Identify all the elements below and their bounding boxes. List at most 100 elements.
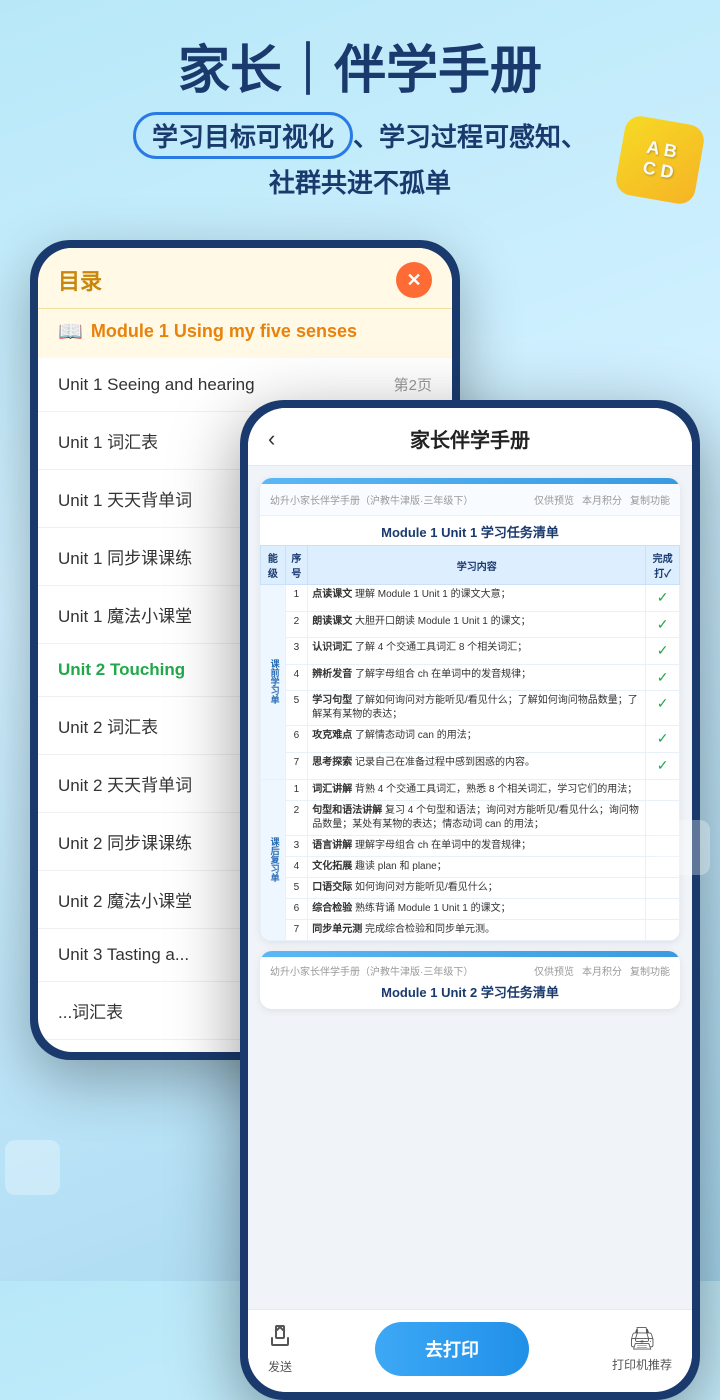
row-content: 口语交际 如何询问对方能听见/看见什么； (308, 877, 646, 898)
meta-preview: 仅供预览 (534, 492, 574, 507)
title-bold: 伴学手册 (334, 42, 542, 100)
toc-item-label: Unit 2 天天背单词 (58, 771, 192, 796)
row-check (646, 779, 680, 800)
print-button[interactable]: 去打印 (375, 1322, 529, 1376)
row-num: 5 (285, 877, 308, 898)
table-row: 2 句型和语法讲解 复习 4 个句型和语法；询问对方能听见/看见什么；询问物品数… (261, 800, 680, 835)
printer-label: 打印机推荐 (612, 1356, 672, 1373)
row-num: 7 (285, 919, 308, 940)
share-icon-svg (268, 1324, 292, 1348)
col-header-check: 完成打✓ (646, 546, 680, 585)
row-num: 4 (285, 856, 308, 877)
row-num: 2 (285, 611, 308, 638)
row-content: 朗读课文 大胆开口朗读 Module 1 Unit 1 的课文； (308, 611, 646, 638)
toc-title: 目录 (58, 264, 102, 296)
subtitle-highlight: 学习目标可视化 (133, 112, 353, 159)
row-check: ✓ (646, 664, 680, 691)
row-content: 点读课文 理解 Module 1 Unit 1 的课文大意； (308, 585, 646, 612)
row-check (646, 898, 680, 919)
row-content: 思考探索 记录自己在准备过程中感到困惑的内容。 (308, 752, 646, 779)
row-content: 语言讲解 理解字母组合 ch 在单词中的发音规律； (308, 835, 646, 856)
table-row: 7 同步单元测 完成综合检验和同步单元测。 (261, 919, 680, 940)
row-content: 辨析发音 了解字母组合 ch 在单词中的发音规律； (308, 664, 646, 691)
col-header-num: 序号 (285, 546, 308, 585)
task-table: 能级 序号 学习内容 完成打✓ 课前学习单 1 点读课文 理解 Module 1… (260, 545, 680, 941)
table-row: 2 朗读课文 大胆开口朗读 Module 1 Unit 1 的课文； ✓ (261, 611, 680, 638)
toc-item-label: ...词汇表 (58, 998, 123, 1023)
send-action[interactable]: 发送 (268, 1324, 292, 1375)
row-num: 2 (285, 800, 308, 835)
table-row: 3 认识词汇 了解 4 个交通工具词汇 8 个相关词汇； ✓ (261, 638, 680, 665)
deco-right (655, 820, 710, 875)
handbook-title: 家长伴学手册 (410, 424, 530, 453)
handbook-content: 幼升小家长伴学手册（沪教牛津版·三年级下） 仅供预览 本月积分 复制功能 Mod… (248, 466, 692, 1309)
table-row: 6 攻克难点 了解情态动词 can 的用法； ✓ (261, 726, 680, 753)
row-num: 7 (285, 752, 308, 779)
toc-item-label: Unit 3 Tasting a... (58, 945, 189, 965)
handbook-header: ‹ 家长伴学手册 (248, 408, 692, 466)
toc-item-label: Unit 2 Touching (58, 660, 185, 680)
row-num: 3 (285, 638, 308, 665)
row-check: ✓ (646, 726, 680, 753)
row-check: ✓ (646, 752, 680, 779)
card-meta: 幼升小家长伴学手册（沪教牛津版·三年级下） 仅供预览 本月积分 复制功能 (270, 492, 670, 507)
meta-score: 本月积分 (582, 492, 622, 507)
back-button[interactable]: ‹ (268, 426, 275, 452)
card2-title: Module 1 Unit 2 学习任务清单 (270, 982, 670, 1001)
abc-icon: A B C D (614, 114, 707, 207)
card-title: Module 1 Unit 1 学习任务清单 (260, 516, 680, 545)
row-check (646, 877, 680, 898)
meta-left: 幼升小家长伴学手册（沪教牛津版·三年级下） (270, 492, 473, 507)
deco-left-bot (5, 1140, 60, 1195)
toc-item-label: Unit 2 同步课课练 (58, 829, 192, 854)
row-num: 6 (285, 726, 308, 753)
section-label-pre: 课前学习单 (261, 585, 286, 780)
row-num: 4 (285, 664, 308, 691)
table-row: 3 语言讲解 理解字母组合 ch 在单词中的发音规律； (261, 835, 680, 856)
meta-score2: 本月积分 (582, 963, 622, 978)
toc-item-label: Unit 1 天天背单词 (58, 486, 192, 511)
card-top: 幼升小家长伴学手册（沪教牛津版·三年级下） 仅供预览 本月积分 复制功能 (260, 484, 680, 516)
table-row: 课后复习单 1 词汇讲解 背熟 4 个交通工具词汇，熟悉 8 个相关词汇，学习它… (261, 779, 680, 800)
card2-meta: 幼升小家长伴学手册（沪教牛津版·三年级下） 仅供预览 本月积分 复制功能 (270, 963, 670, 978)
toc-item-label: Unit 2 魔法小课堂 (58, 887, 192, 912)
table-row: 6 综合检验 熟练背诵 Module 1 Unit 1 的课文； (261, 898, 680, 919)
toc-close-button[interactable]: ✕ (396, 262, 432, 298)
row-check: ✓ (646, 585, 680, 612)
handbook-phone-inner: ‹ 家长伴学手册 幼升小家长伴学手册（沪教牛津版·三年级下） 仅供预览 本月积分 (248, 408, 692, 1392)
meta-preview2: 仅供预览 (534, 963, 574, 978)
row-num: 6 (285, 898, 308, 919)
table-row: 课前学习单 1 点读课文 理解 Module 1 Unit 1 的课文大意； ✓ (261, 585, 680, 612)
col-header-level: 能级 (261, 546, 286, 585)
task-card-1: 幼升小家长伴学手册（沪教牛津版·三年级下） 仅供预览 本月积分 复制功能 Mod… (260, 478, 680, 941)
row-content: 综合检验 熟练背诵 Module 1 Unit 1 的课文； (308, 898, 646, 919)
row-num: 5 (285, 691, 308, 726)
row-content: 句型和语法讲解 复习 4 个句型和语法；询问对方能听见/看见什么；询问物品数量；… (308, 800, 646, 835)
row-check: ✓ (646, 691, 680, 726)
card2-meta-right: 仅供预览 本月积分 复制功能 (534, 963, 670, 978)
module-text: Module 1 Using my five senses (91, 321, 357, 342)
back-icon: ‹ (268, 426, 275, 451)
row-content: 学习句型 了解如何询问对方能听见/看见什么；了解如何询问物品数量；了解某有某物的… (308, 691, 646, 726)
printer-action[interactable]: 🖨 打印机推荐 (612, 1326, 672, 1373)
toc-item-label: Unit 1 词汇表 (58, 428, 158, 453)
title-normal: 家长 (178, 42, 282, 100)
module-icon: 📖 (58, 319, 83, 344)
card2-meta-left: 幼升小家长伴学手册（沪教牛津版·三年级下） (270, 963, 473, 978)
toc-page-num: 第2页 (394, 374, 432, 395)
row-content: 攻克难点 了解情态动词 can 的用法； (308, 726, 646, 753)
table-row: 5 口语交际 如何询问对方能听见/看见什么； (261, 877, 680, 898)
abc-line2: C D (641, 157, 675, 183)
row-check (646, 919, 680, 940)
row-num: 1 (285, 585, 308, 612)
phones-container: 目录 ✕ 📖 Module 1 Using my five senses Uni… (0, 240, 720, 1290)
row-num: 1 (285, 779, 308, 800)
row-num: 3 (285, 835, 308, 856)
meta-copy2: 复制功能 (630, 963, 670, 978)
subtitle-line2: 社群共进不孤单 (20, 163, 700, 200)
handbook-phone: ‹ 家长伴学手册 幼升小家长伴学手册（沪教牛津版·三年级下） 仅供预览 本月积分 (240, 400, 700, 1400)
toc-header: 目录 ✕ (38, 248, 452, 309)
handbook-bottom-bar: 发送 去打印 🖨 打印机推荐 (248, 1309, 692, 1392)
table-row: 5 学习句型 了解如何询问对方能听见/看见什么；了解如何询问物品数量；了解某有某… (261, 691, 680, 726)
task-card-2: 幼升小家长伴学手册（沪教牛津版·三年级下） 仅供预览 本月积分 复制功能 Mod… (260, 951, 680, 1009)
